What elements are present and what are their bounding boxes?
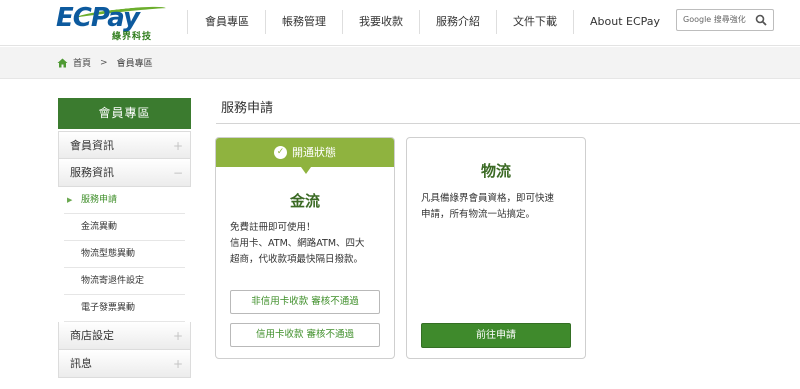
nav-service-intro[interactable]: 服務介紹 bbox=[419, 10, 496, 34]
sidebar: 會員資訊 + 服務資訊 − ▶ 服務申請 金流異動 物流型態異動 物流寄退件設定… bbox=[58, 131, 191, 378]
sidebar-subitem-logistics-return-settings[interactable]: 物流寄退件設定 bbox=[64, 268, 185, 295]
sidebar-subitem-label: 物流型態異動 bbox=[81, 249, 136, 259]
sidebar-item-label: 服務資訊 bbox=[70, 166, 114, 179]
status-badge: ✓ 開通狀態 bbox=[216, 138, 394, 167]
breadcrumb: 首頁 > 會員專區 bbox=[57, 56, 153, 69]
credit-card-status-button[interactable]: 信用卡收款 審核不通過 bbox=[230, 323, 380, 347]
card-title: 物流 bbox=[480, 162, 511, 180]
nav-about[interactable]: About ECPay bbox=[573, 10, 676, 34]
ecpay-logo[interactable]: ECPay 綠界科技 bbox=[56, 3, 176, 42]
sidebar-item-label: 訊息 bbox=[70, 357, 92, 370]
desc-line: 免費註冊即可使用！ bbox=[230, 222, 316, 233]
nav-receive-payment[interactable]: 我要收款 bbox=[342, 10, 419, 34]
nav-account-management[interactable]: 帳務管理 bbox=[265, 10, 342, 34]
breadcrumb-home[interactable]: 首頁 bbox=[73, 56, 91, 69]
status-pointer bbox=[301, 167, 311, 174]
collapse-icon[interactable]: − bbox=[173, 159, 183, 187]
sidebar-item-messages[interactable]: 訊息 + bbox=[58, 350, 191, 378]
desc-line: 信用卡、ATM、網路ATM、四大 bbox=[230, 238, 365, 249]
search-icon[interactable] bbox=[755, 14, 767, 26]
search-label: Google 搜尋強化 bbox=[683, 15, 746, 24]
sidebar-item-label: 會員資訊 bbox=[70, 139, 114, 152]
sidebar-title: 會員專區 bbox=[58, 98, 191, 129]
apply-button[interactable]: 前往申請 bbox=[421, 323, 571, 348]
card-title: 金流 bbox=[289, 192, 320, 210]
site-header: ECPay 綠界科技 會員專區 帳務管理 我要收款 服務介紹 文件下載 Abou… bbox=[0, 0, 800, 46]
sidebar-subitem-label: 金流異動 bbox=[81, 222, 118, 232]
sidebar-subitem-label: 電子發票異動 bbox=[81, 303, 136, 313]
breadcrumb-current[interactable]: 會員專區 bbox=[117, 56, 153, 69]
sidebar-subitem-label: 服務申請 bbox=[81, 195, 118, 205]
status-label: 開通狀態 bbox=[292, 146, 336, 159]
non-credit-card-status-button[interactable]: 非信用卡收款 審核不通過 bbox=[230, 290, 380, 314]
sidebar-subitem-payment-change[interactable]: 金流異動 bbox=[64, 214, 185, 241]
expand-icon[interactable]: + bbox=[173, 350, 183, 378]
logistics-service-card: 物流 凡具備綠界會員資格，即可快速 申請，所有物流一站搞定。 前往申請 bbox=[406, 137, 586, 359]
nav-member-area[interactable]: 會員專區 bbox=[187, 10, 265, 34]
card-description: 免費註冊即可使用！ 信用卡、ATM、網路ATM、四大 超商，代收款項最快隔日撥款… bbox=[230, 220, 390, 268]
sidebar-subitem-label: 物流寄退件設定 bbox=[81, 276, 145, 286]
card-description: 凡具備綠界會員資格，即可快速 申請，所有物流一站搞定。 bbox=[421, 191, 583, 223]
payment-service-card: ✓ 開通狀態 金流 免費註冊即可使用！ 信用卡、ATM、網路ATM、四大 超商，代… bbox=[215, 137, 395, 359]
heading-divider bbox=[216, 123, 800, 124]
sidebar-subitem-service-apply[interactable]: ▶ 服務申請 bbox=[64, 187, 185, 214]
sidebar-item-service-info[interactable]: 服務資訊 − bbox=[58, 159, 191, 187]
sidebar-item-store-settings[interactable]: 商店設定 + bbox=[58, 322, 191, 350]
main-nav: 會員專區 帳務管理 我要收款 服務介紹 文件下載 About ECPay bbox=[187, 10, 676, 34]
sidebar-item-member-info[interactable]: 會員資訊 + bbox=[58, 131, 191, 159]
triangle-right-icon: ▶ bbox=[67, 196, 73, 204]
search-input[interactable]: Google 搜尋強化 bbox=[676, 9, 774, 31]
desc-line: 凡具備綠界會員資格，即可快速 bbox=[421, 193, 555, 204]
page-title: 服務申請 bbox=[221, 101, 274, 116]
sidebar-subitem-logistics-type-change[interactable]: 物流型態異動 bbox=[64, 241, 185, 268]
breadcrumb-bar: 首頁 > 會員專區 bbox=[0, 47, 800, 79]
logo-subtitle: 綠界科技 bbox=[112, 32, 153, 42]
check-circle-icon: ✓ bbox=[274, 145, 287, 159]
expand-icon[interactable]: + bbox=[173, 132, 183, 160]
desc-line: 申請，所有物流一站搞定。 bbox=[421, 209, 536, 220]
home-icon bbox=[57, 58, 68, 67]
sidebar-subitem-einvoice-change[interactable]: 電子發票異動 bbox=[64, 295, 185, 322]
desc-line: 超商，代收款項最快隔日撥款。 bbox=[230, 254, 364, 265]
expand-icon[interactable]: + bbox=[173, 322, 183, 350]
breadcrumb-separator: > bbox=[100, 57, 108, 68]
sidebar-item-label: 商店設定 bbox=[70, 329, 114, 342]
nav-downloads[interactable]: 文件下載 bbox=[496, 10, 573, 34]
